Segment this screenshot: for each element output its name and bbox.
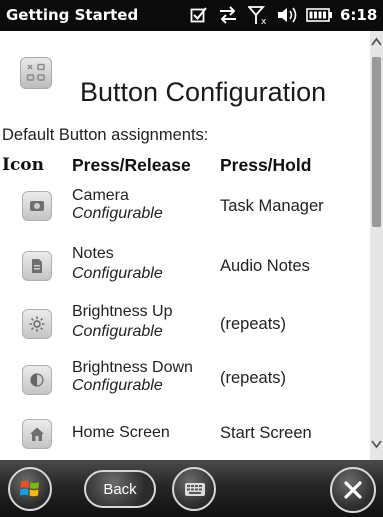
scrollbar-thumb[interactable] [372, 57, 381, 227]
windows-start-icon [20, 481, 39, 497]
keyboard-icon [185, 483, 205, 496]
keyboard-button[interactable] [172, 467, 216, 511]
row-hold-action: Task Manager [220, 197, 324, 215]
table-row[interactable]: Camera Configurable Task Manager [0, 183, 370, 227]
back-button[interactable]: Back [84, 470, 156, 508]
home-icon [22, 419, 52, 449]
column-header-icon: Icon [2, 155, 45, 175]
row-configurable: Configurable [72, 323, 163, 340]
table-row[interactable]: Brightness Down Configurable (repeats) [0, 357, 370, 401]
close-button[interactable] [330, 467, 376, 513]
brightness-up-icon [22, 309, 52, 339]
row-name: Home Screen [72, 424, 170, 441]
checkbox-icon[interactable] [188, 4, 210, 26]
camera-icon [22, 191, 52, 221]
row-name: Brightness Up [72, 303, 173, 320]
bottom-command-bar: Back [0, 460, 383, 517]
column-header-press-release: Press/Release [72, 155, 191, 175]
back-button-label: Back [103, 480, 137, 498]
row-configurable: Configurable [72, 205, 163, 222]
table-row[interactable]: Notes Configurable Audio Notes [0, 243, 370, 287]
scroll-up-arrow-icon[interactable] [370, 33, 383, 51]
start-button[interactable] [8, 467, 52, 511]
button-config-app-icon [20, 57, 52, 89]
scroll-down-arrow-icon[interactable] [370, 435, 383, 453]
close-icon [344, 481, 362, 499]
sync-arrows-icon[interactable] [217, 4, 239, 26]
clock[interactable]: 6:18 [340, 6, 377, 24]
signal-off-icon[interactable]: x [248, 4, 270, 26]
row-configurable: Configurable [72, 377, 163, 394]
row-name: Brightness Down [72, 359, 193, 376]
table-row[interactable]: Home Screen Start Screen [0, 413, 370, 457]
content-area: Button Configuration Default Button assi… [0, 31, 370, 460]
svg-text:x: x [261, 17, 267, 25]
column-header-press-hold: Press/Hold [220, 155, 312, 175]
battery-icon[interactable] [304, 4, 334, 26]
row-hold-action: Audio Notes [220, 257, 310, 275]
row-name: Notes [72, 245, 114, 262]
row-hold-action: (repeats) [220, 315, 287, 333]
page-title: Button Configuration [80, 77, 327, 107]
row-configurable: Configurable [72, 265, 163, 282]
row-hold-action: (repeats) [220, 369, 287, 387]
status-bar: Getting Started x 6:18 [0, 0, 383, 31]
brightness-down-icon [22, 365, 52, 395]
vertical-scrollbar[interactable] [370, 31, 383, 460]
volume-icon[interactable] [275, 4, 301, 26]
row-hold-action: Start Screen [220, 424, 312, 442]
app-title: Getting Started [6, 6, 139, 24]
notes-icon [22, 251, 52, 281]
table-row[interactable]: Brightness Up Configurable (repeats) [0, 301, 370, 345]
assignments-subtitle: Default Button assignments: [2, 126, 209, 144]
row-name: Camera [72, 187, 129, 204]
